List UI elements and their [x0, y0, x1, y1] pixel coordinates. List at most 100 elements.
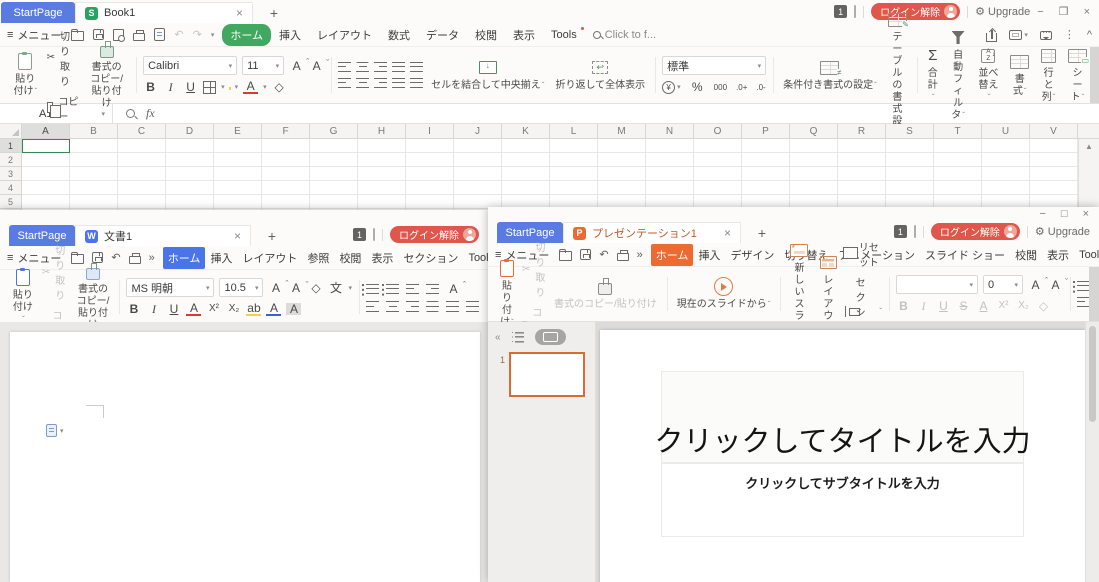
scrollbar-thumb[interactable]: [1089, 326, 1096, 422]
wr-menu-home[interactable]: ホーム: [163, 247, 206, 269]
selected-cell-a1[interactable]: [22, 139, 70, 153]
text-scale-icon[interactable]: A: [446, 282, 461, 296]
underline-button[interactable]: U: [936, 299, 951, 313]
decrease-font-icon[interactable]: A: [288, 281, 303, 295]
pp-vertical-scrollbar[interactable]: [1085, 322, 1099, 582]
pp-reset-button[interactable]: リセット: [845, 239, 882, 269]
row-header[interactable]: 3: [0, 167, 21, 181]
column-header[interactable]: C: [118, 124, 166, 138]
quickbar-dropdown-icon[interactable]: ▾: [211, 31, 215, 39]
bold-button[interactable]: B: [126, 302, 141, 316]
bold-button[interactable]: B: [896, 299, 911, 313]
pp-upgrade-button[interactable]: ⚙ Upgrade: [1035, 225, 1090, 238]
pp-new-tab-button[interactable]: +: [753, 225, 771, 241]
ss-menu-review[interactable]: 校閲: [467, 24, 505, 46]
clear-format-button[interactable]: ◇: [272, 80, 287, 94]
comma-format-button[interactable]: 000: [714, 83, 727, 92]
wr-menu-layout[interactable]: レイアウト: [237, 247, 302, 269]
decrease-decimal-button[interactable]: .0-: [756, 83, 765, 92]
currency-format-button[interactable]: ¥▾: [662, 81, 681, 94]
pp-menu-design[interactable]: デザイン: [725, 244, 779, 266]
distribute-icon[interactable]: [410, 78, 423, 89]
pp-menu-slideshow[interactable]: スライド ショー: [920, 244, 1010, 266]
ss-tab-close-icon[interactable]: ×: [218, 6, 243, 20]
zoom-search-icon[interactable]: [126, 109, 135, 118]
wr-menu-insert[interactable]: 挿入: [205, 247, 237, 269]
ss-toolbar-scrollbar[interactable]: [1090, 47, 1099, 103]
title-placeholder[interactable]: クリックしてタイトルを入力: [661, 371, 1024, 463]
pp-font-family-select[interactable]: ▾: [896, 275, 978, 294]
superscript-button[interactable]: X²: [996, 299, 1011, 313]
column-header[interactable]: S: [886, 124, 934, 138]
wr-new-tab-button[interactable]: +: [263, 228, 281, 244]
ss-table-format-button[interactable]: ✎ テーブルの書式設定: [885, 8, 910, 142]
wr-font-family-select[interactable]: MS 明朝▾: [126, 278, 214, 297]
ss-font-size-select[interactable]: 11▾: [242, 56, 284, 75]
font-color-button[interactable]: A: [243, 80, 258, 94]
pp-format-painter-button[interactable]: 書式のコピー/貼り付け: [551, 275, 660, 313]
undo-icon[interactable]: ↶: [111, 251, 120, 264]
wr-cut-button[interactable]: ✂切り取り: [42, 242, 69, 302]
align-left-icon[interactable]: [338, 78, 351, 89]
ss-window-count-badge[interactable]: 1: [834, 5, 847, 18]
pp-font-size-select[interactable]: 0▾: [983, 275, 1023, 294]
pp-menu-insert[interactable]: 挿入: [693, 244, 725, 266]
underline-button[interactable]: U: [183, 80, 198, 94]
align-bottom-icon[interactable]: [374, 62, 387, 73]
redo-icon[interactable]: ↷: [193, 28, 202, 41]
pp-slide-canvas[interactable]: クリックしてタイトルを入力 クリックしてサブタイトルを入力: [600, 330, 1085, 582]
collapse-ribbon-icon[interactable]: ^: [1087, 29, 1092, 41]
ss-rows-columns-button[interactable]: 行と列: [1037, 44, 1060, 106]
font-color-button[interactable]: A: [186, 302, 201, 316]
wr-menu-references[interactable]: 参照: [302, 247, 334, 269]
highlight-button[interactable]: ab: [246, 302, 261, 316]
pp-tab-presentation1[interactable]: P プレゼンテーション1 ×: [563, 222, 741, 243]
wr-font-size-select[interactable]: 10.5▾: [219, 278, 263, 297]
ss-menu-formula[interactable]: 数式: [380, 24, 418, 46]
wr-menu-view[interactable]: 表示: [366, 247, 398, 269]
column-header[interactable]: R: [838, 124, 886, 138]
preview-icon[interactable]: [154, 28, 165, 41]
more-tools-icon[interactable]: »: [149, 252, 155, 264]
column-header[interactable]: G: [310, 124, 358, 138]
ss-autofilter-button[interactable]: 自動フィルタ: [947, 26, 970, 124]
print-icon[interactable]: [129, 256, 141, 264]
ss-minimize-icon[interactable]: −: [1037, 6, 1043, 18]
more-tools-icon[interactable]: »: [637, 249, 643, 261]
strikethrough-button[interactable]: S: [956, 299, 971, 313]
bold-button[interactable]: B: [143, 80, 158, 94]
italic-button[interactable]: I: [163, 80, 178, 94]
ss-menu-view[interactable]: 表示: [505, 24, 543, 46]
save-icon[interactable]: [580, 249, 591, 260]
column-header[interactable]: U: [982, 124, 1030, 138]
wr-logout-button[interactable]: ログイン解除: [390, 226, 479, 243]
char-shading-button[interactable]: A: [286, 303, 301, 315]
column-header[interactable]: M: [598, 124, 646, 138]
wr-menu-review[interactable]: 校閲: [334, 247, 366, 269]
decrease-font-icon[interactable]: A: [309, 59, 324, 73]
char-tool-icon[interactable]: 文: [328, 281, 343, 295]
increase-indent-icon[interactable]: [426, 284, 439, 295]
ss-number-format-select[interactable]: 標準▾: [662, 56, 766, 75]
ss-wrap-text-button[interactable]: ↩ 折り返して全体表示: [552, 56, 648, 94]
align-middle-icon[interactable]: [356, 62, 369, 73]
row-header[interactable]: 2: [0, 153, 21, 167]
percent-format-button[interactable]: %: [690, 80, 705, 94]
slide-view-toggle[interactable]: [535, 329, 566, 345]
ss-cut-button[interactable]: ✂切り取り: [47, 28, 80, 88]
pp-menu-tools[interactable]: Tools: [1074, 246, 1099, 264]
ss-merge-center-button[interactable]: セルを結合して中央揃え: [428, 56, 547, 94]
column-header[interactable]: K: [502, 124, 550, 138]
clear-format-icon[interactable]: ◇: [308, 281, 323, 295]
ss-menu-insert[interactable]: 挿入: [271, 24, 309, 46]
column-header[interactable]: V: [1030, 124, 1078, 138]
align-right-icon[interactable]: [374, 78, 387, 89]
column-header[interactable]: L: [550, 124, 598, 138]
column-header[interactable]: P: [742, 124, 790, 138]
underline-button[interactable]: U: [166, 302, 181, 316]
wr-doc-start-icon[interactable]: ▾: [46, 424, 64, 437]
ss-format-button[interactable]: 書式: [1007, 50, 1032, 100]
pp-paste-button[interactable]: 貼り付け: [497, 257, 517, 331]
column-header[interactable]: N: [646, 124, 694, 138]
align-center-icon[interactable]: [386, 301, 399, 312]
